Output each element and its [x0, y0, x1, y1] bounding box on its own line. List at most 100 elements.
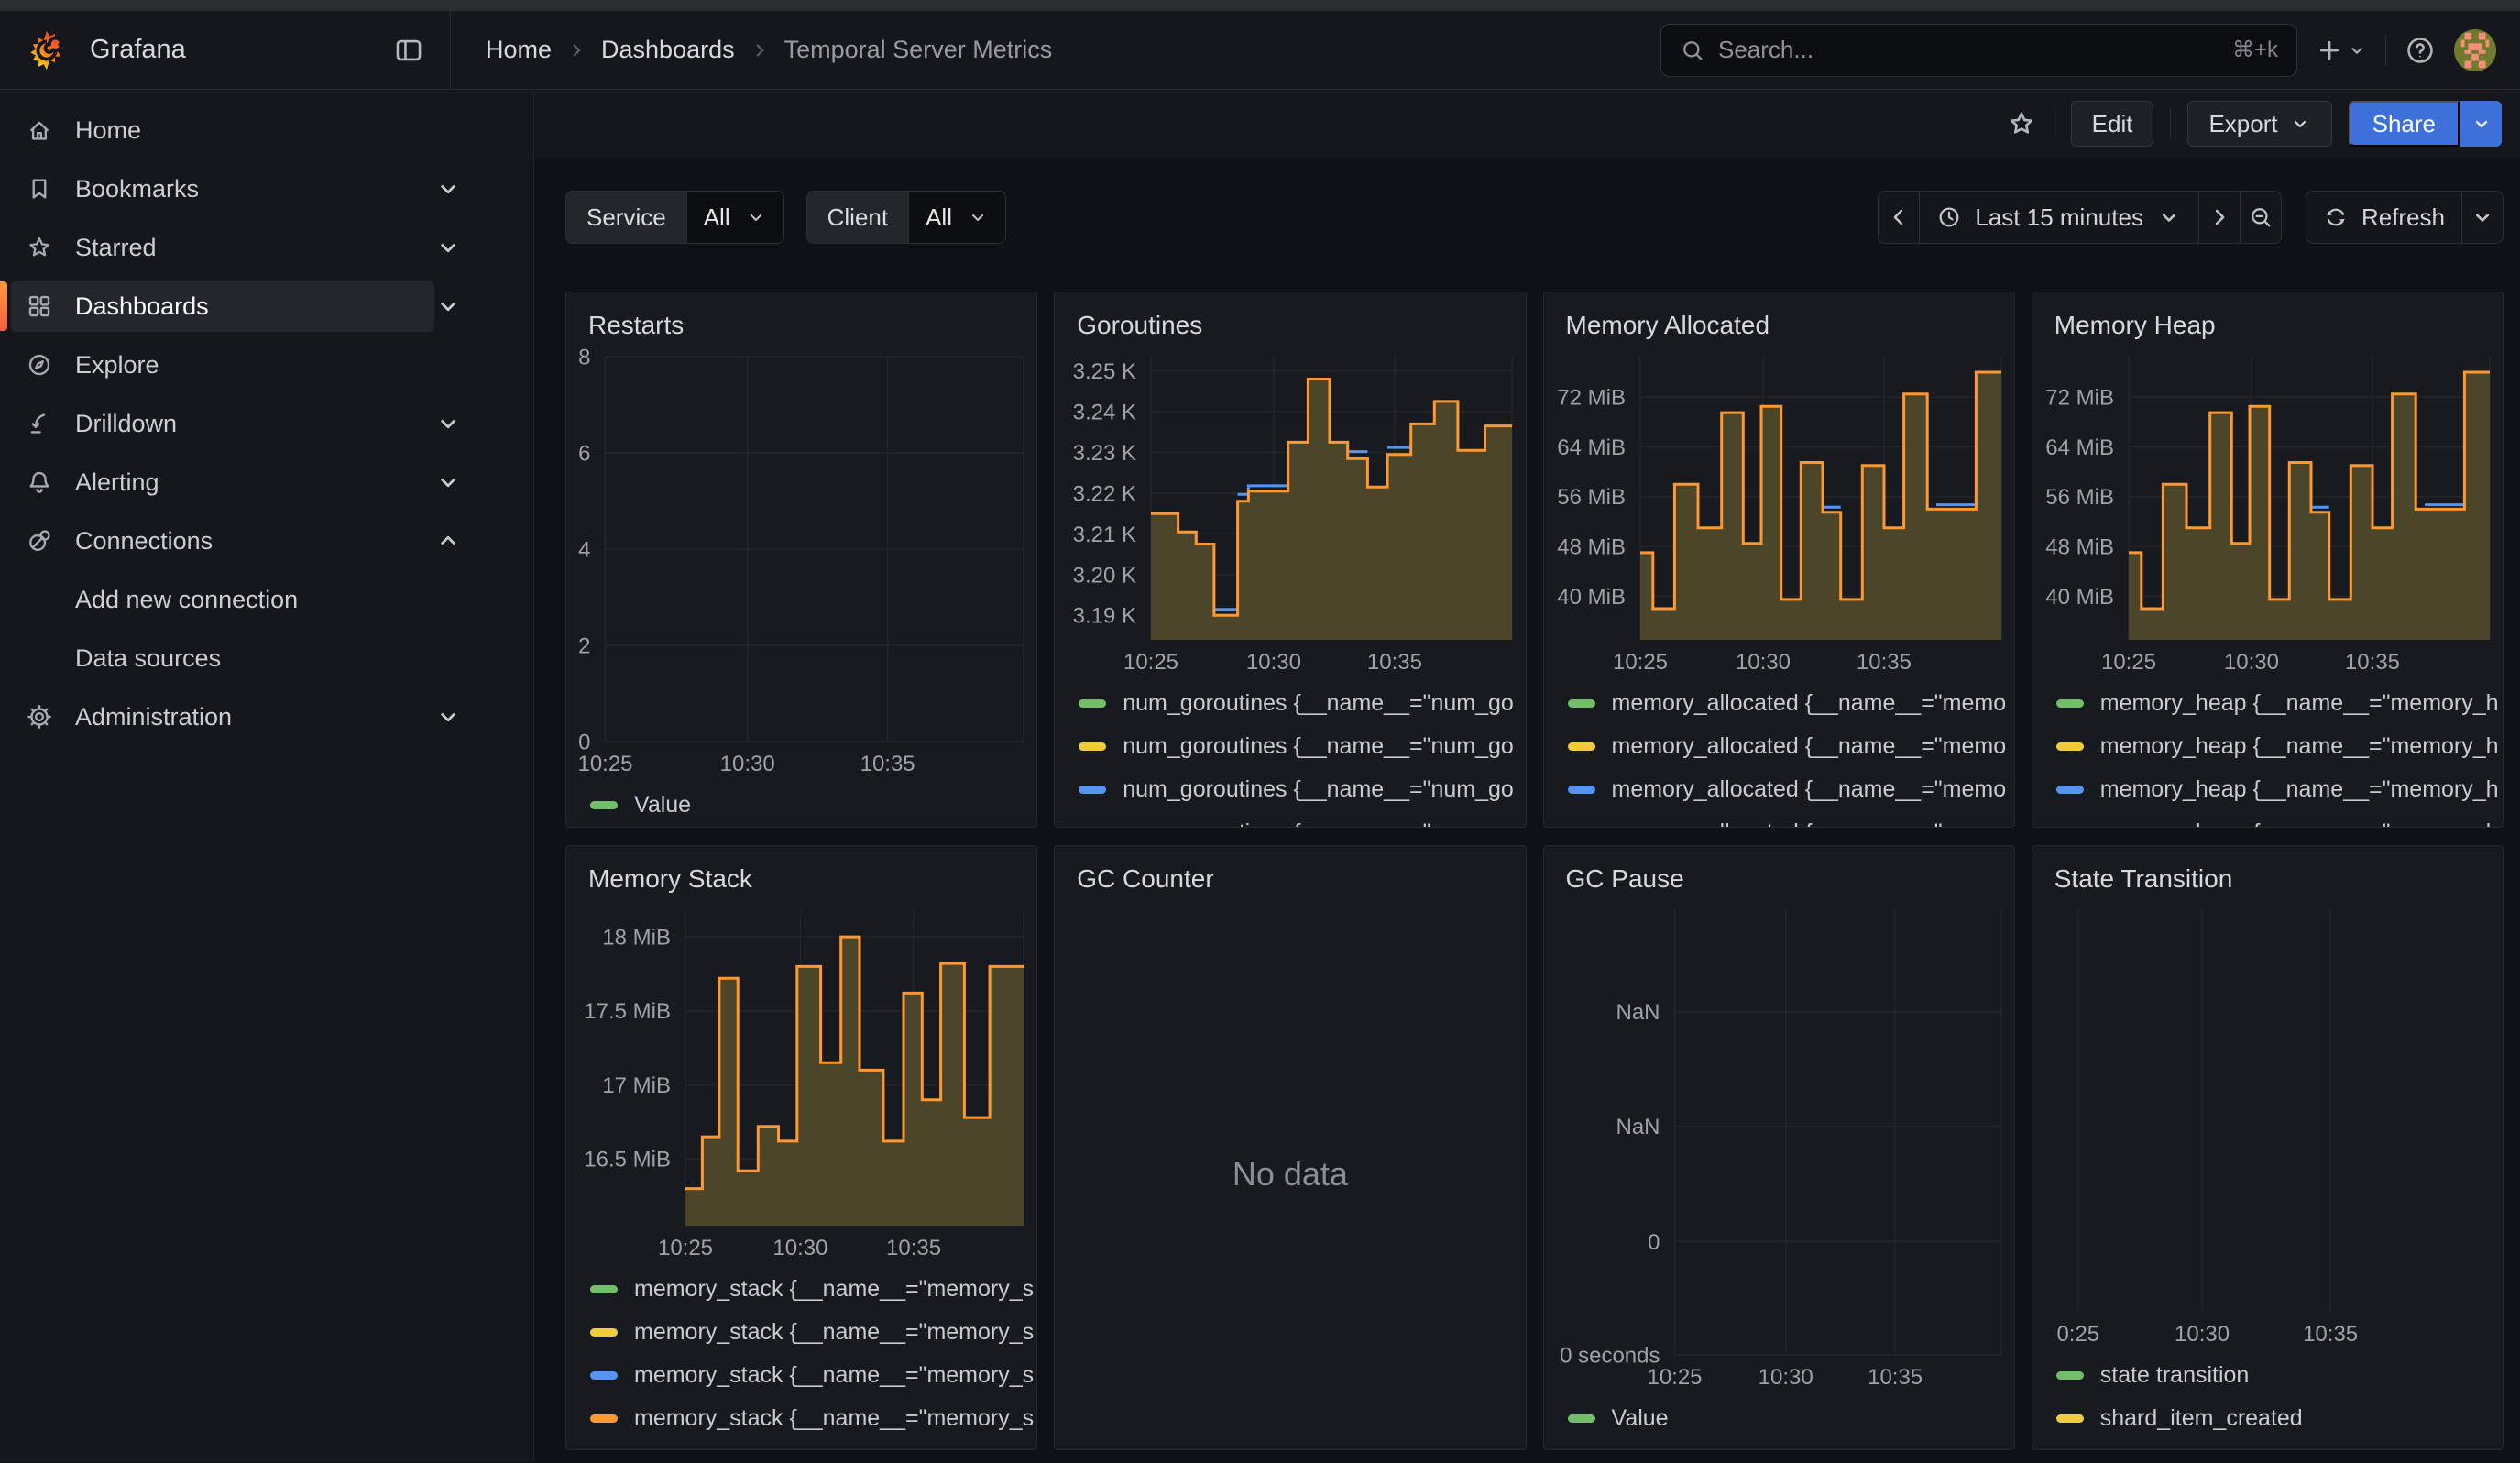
refresh-button[interactable]: Refresh: [2306, 191, 2462, 244]
panel-legend: Value: [566, 782, 1036, 827]
chart-canvas[interactable]: 40 MiB48 MiB56 MiB64 MiB72 MiB10:2510:30…: [1544, 346, 2014, 680]
sidebar-item-label: Dashboards: [75, 292, 209, 321]
help-button[interactable]: [2405, 35, 2436, 66]
legend-item[interactable]: memory_allocated {__name__="memo: [1568, 811, 2014, 827]
legend-item[interactable]: shard_item_created: [2056, 1397, 2503, 1440]
legend-item[interactable]: num_goroutines {__name__="num_go: [1079, 682, 1525, 725]
legend-item[interactable]: Value: [1568, 1397, 2014, 1440]
svg-text:10:30: 10:30: [2224, 650, 2279, 675]
share-button[interactable]: Share: [2349, 101, 2460, 147]
chart-canvas[interactable]: 0:2510:3010:35: [2032, 899, 2503, 1352]
sidebar-toggle-icon[interactable]: [393, 35, 424, 66]
sidebar-item-add-new-connection[interactable]: Add new connection: [0, 570, 533, 629]
svg-text:72 MiB: 72 MiB: [2045, 386, 2114, 411]
svg-text:64 MiB: 64 MiB: [2045, 435, 2114, 460]
chart-canvas[interactable]: 40 MiB48 MiB56 MiB64 MiB72 MiB10:2510:30…: [2032, 346, 2503, 680]
legend-item[interactable]: memory_heap {__name__="memory_h: [2056, 811, 2503, 827]
chevron-down-icon[interactable]: [434, 175, 462, 203]
chevron-down-icon[interactable]: [434, 468, 462, 496]
chart-canvas[interactable]: 0 seconds0NaNNaN10:2510:3010:35: [1544, 899, 2014, 1395]
sidebar-item-label: Bookmarks: [75, 175, 199, 204]
edit-button-label: Edit: [2092, 110, 2133, 138]
chevron-down-icon[interactable]: [434, 292, 462, 320]
chevron-up-icon[interactable]: [434, 527, 462, 555]
dashboard-canvas: Service All Client All: [534, 158, 2520, 1462]
legend-marker: [590, 1328, 618, 1336]
panel-title[interactable]: Memory Allocated: [1544, 292, 2014, 346]
panel-legend: memory_allocated {__name__="memomemory_a…: [1544, 680, 2014, 827]
chart-canvas[interactable]: 16.5 MiB17 MiB17.5 MiB18 MiB10:2510:3010…: [566, 899, 1036, 1266]
panel-title[interactable]: State Transition: [2032, 846, 2503, 899]
legend-item[interactable]: memory_allocated {__name__="memo: [1568, 725, 2014, 768]
legend-item[interactable]: num_goroutines {__name__="num_go: [1079, 768, 1525, 811]
sidebar-item-starred[interactable]: Starred: [0, 218, 533, 277]
panel-title[interactable]: Restarts: [566, 292, 1036, 346]
legend-item[interactable]: memory_stack {__name__="memory_s: [590, 1311, 1036, 1354]
svg-text:16.5 MiB: 16.5 MiB: [584, 1148, 671, 1172]
breadcrumb-dashboards[interactable]: Dashboards: [601, 36, 735, 64]
time-shift-forward-button[interactable]: [2198, 191, 2241, 244]
panel-title[interactable]: GC Counter: [1055, 846, 1525, 899]
legend-item[interactable]: state transition: [2056, 1354, 2503, 1397]
sidebar-item-bookmarks[interactable]: Bookmarks: [0, 160, 533, 218]
legend-item[interactable]: Value: [590, 784, 1036, 827]
legend-item[interactable]: memory_allocated {__name__="memo: [1568, 768, 2014, 811]
legend-item[interactable]: memory_heap {__name__="memory_h: [2056, 768, 2503, 811]
chevron-down-icon: [2470, 204, 2495, 230]
legend-item[interactable]: memory_allocated {__name__="memo: [1568, 682, 2014, 725]
panel-goroutines: Goroutines 3.19 K3.20 K3.21 K3.22 K3.23 …: [1054, 292, 1526, 828]
legend-label: memory_stack {__name__="memory_s: [634, 1405, 1034, 1432]
star-icon: [26, 234, 53, 261]
sidebar-item-home[interactable]: Home: [0, 101, 533, 160]
export-button[interactable]: Export: [2187, 101, 2331, 147]
favorite-star-button[interactable]: [2006, 108, 2037, 139]
search-input[interactable]: Search... ⌘+k: [1660, 24, 2297, 77]
legend-marker: [590, 1371, 618, 1380]
client-variable: Client All: [806, 191, 1006, 244]
user-avatar[interactable]: [2454, 29, 2496, 72]
zoom-out-time-button[interactable]: [2240, 191, 2282, 244]
panel-legend: num_goroutines {__name__="num_gonum_goro…: [1055, 680, 1525, 827]
svg-text:10:35: 10:35: [860, 752, 915, 776]
panel-title[interactable]: Memory Heap: [2032, 292, 2503, 346]
svg-text:10:30: 10:30: [720, 752, 775, 776]
chart-canvas[interactable]: 0246810:2510:3010:35: [566, 346, 1036, 782]
chevron-down-icon: [745, 206, 767, 228]
breadcrumb-home[interactable]: Home: [486, 36, 552, 64]
service-variable-value[interactable]: All: [686, 191, 784, 244]
svg-text:3.20 K: 3.20 K: [1073, 563, 1136, 588]
svg-text:56 MiB: 56 MiB: [2045, 485, 2114, 510]
panel-title[interactable]: Memory Stack: [566, 846, 1036, 899]
variable-filter-row: Service All Client All: [565, 191, 2504, 244]
refresh-interval-dropdown[interactable]: [2461, 191, 2504, 244]
legend-item[interactable]: memory_stack {__name__="memory_s: [590, 1354, 1036, 1397]
svg-text:72 MiB: 72 MiB: [1557, 386, 1626, 411]
chart-canvas[interactable]: 3.19 K3.20 K3.21 K3.22 K3.23 K3.24 K3.25…: [1055, 346, 1525, 680]
legend-item[interactable]: memory_heap {__name__="memory_h: [2056, 725, 2503, 768]
time-range-picker[interactable]: Last 15 minutes: [1919, 191, 2199, 244]
chevron-down-icon[interactable]: [434, 703, 462, 731]
sidebar-item-connections[interactable]: Connections: [0, 512, 533, 570]
breadcrumb-current: Temporal Server Metrics: [784, 36, 1053, 64]
share-dropdown-button[interactable]: [2460, 101, 2502, 147]
chevron-down-icon[interactable]: [434, 410, 462, 437]
sidebar-item-drilldown[interactable]: Drilldown: [0, 394, 533, 453]
panel-title[interactable]: Goroutines: [1055, 292, 1525, 346]
legend-item[interactable]: memory_stack {__name__="memory_s: [590, 1268, 1036, 1311]
legend-item[interactable]: memory_stack {__name__="memory_s: [590, 1397, 1036, 1440]
add-new-button[interactable]: [2316, 37, 2367, 64]
client-variable-value[interactable]: All: [908, 191, 1006, 244]
chevron-down-icon[interactable]: [434, 234, 462, 261]
sidebar-item-dashboards[interactable]: Dashboards: [0, 277, 533, 336]
sidebar-item-alerting[interactable]: Alerting: [0, 453, 533, 512]
sidebar-item-explore[interactable]: Explore: [0, 336, 533, 394]
legend-item[interactable]: num_goroutines {__name__="num_go: [1079, 811, 1525, 827]
sidebar-item-administration[interactable]: Administration: [0, 688, 533, 746]
svg-text:0 seconds: 0 seconds: [1560, 1343, 1660, 1368]
panel-title[interactable]: GC Pause: [1544, 846, 2014, 899]
legend-item[interactable]: memory_heap {__name__="memory_h: [2056, 682, 2503, 725]
edit-button[interactable]: Edit: [2071, 101, 2154, 147]
time-shift-back-button[interactable]: [1878, 191, 1920, 244]
legend-item[interactable]: num_goroutines {__name__="num_go: [1079, 725, 1525, 768]
sidebar-item-data-sources[interactable]: Data sources: [0, 629, 533, 688]
